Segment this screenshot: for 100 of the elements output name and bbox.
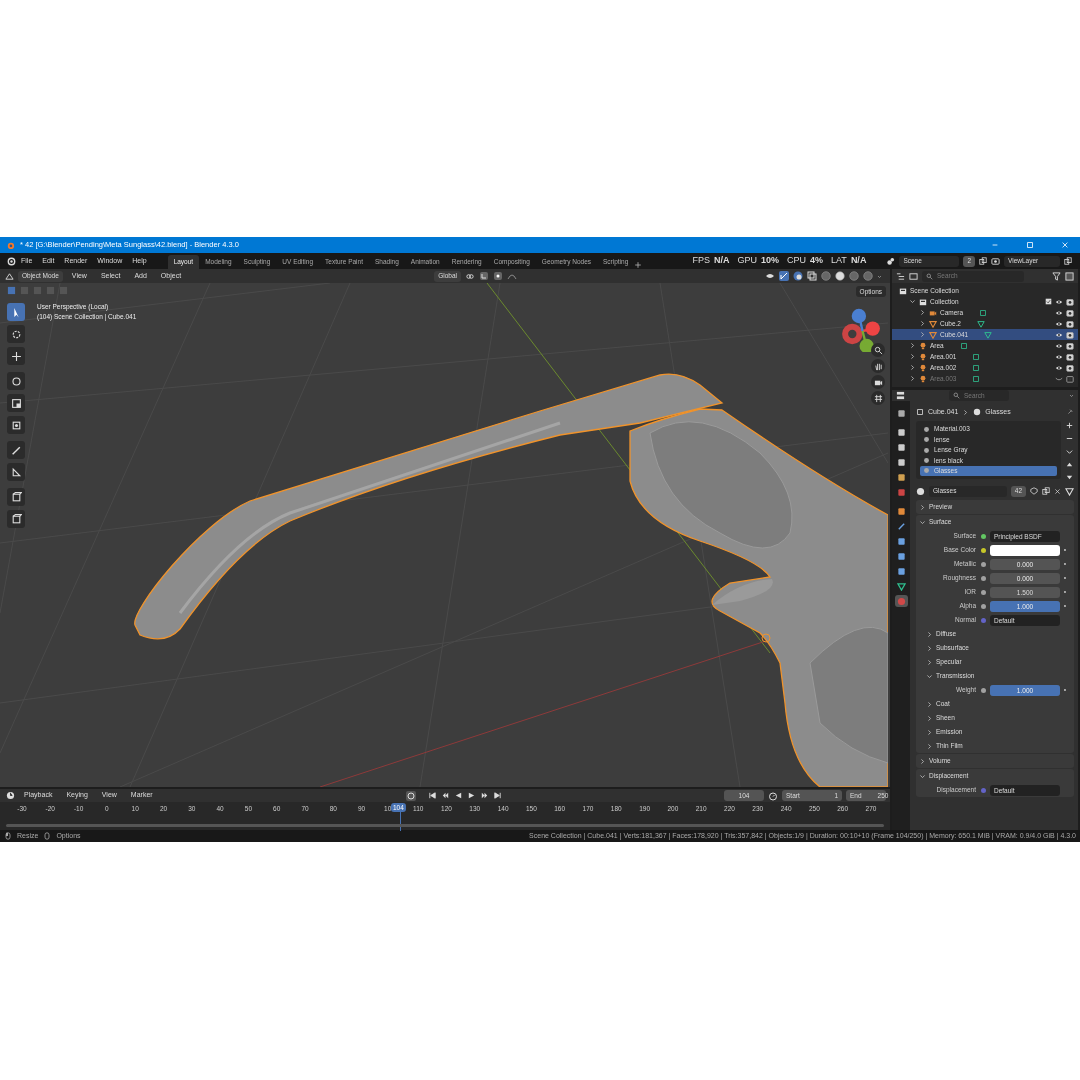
tool-button[interactable] [7,488,25,506]
grid-icon [873,393,883,403]
gizmo-button[interactable] [871,375,885,389]
outliner-icon[interactable] [896,271,905,281]
dropdown-caret-icon[interactable] [877,273,882,279]
move-down-icon[interactable] [1065,473,1074,482]
color-swatch[interactable] [990,544,1060,556]
keyframe-dot-icon[interactable] [1062,687,1068,693]
socket-dot[interactable] [980,561,986,567]
socket-dot[interactable] [980,547,986,553]
record-icon[interactable] [405,790,416,801]
tool-button[interactable] [7,303,25,321]
solid-shading-icon[interactable] [835,271,845,281]
disclosure-icon[interactable] [926,644,933,652]
disclosure-icon[interactable] [919,503,926,511]
keyframe-dot-icon[interactable] [1062,547,1068,553]
rendered-shading-icon[interactable] [863,271,873,281]
keyframe-dot-icon[interactable] [1062,575,1068,581]
maximize-icon [1026,241,1034,249]
gizmo-button[interactable] [871,343,885,357]
disclosure-icon[interactable] [926,742,933,750]
copy-icon[interactable] [1042,487,1050,495]
keyframe-dot-icon[interactable] [1062,561,1068,567]
tool-button[interactable] [7,416,25,434]
socket-dot[interactable] [980,589,986,595]
tool-button[interactable] [7,325,25,343]
keyframe-dot-icon[interactable] [1062,589,1068,595]
stopwatch-icon[interactable] [768,790,778,801]
properties-editor-icon[interactable] [896,391,905,400]
scene-icon[interactable] [886,256,896,266]
jump-end-icon[interactable] [492,791,502,801]
stat-value: N/A [713,254,730,268]
proportional-edit-icon[interactable] [493,271,503,281]
disclosure-icon[interactable] [919,518,926,526]
stat-label: GPU [737,254,757,268]
overlay-icon[interactable] [793,271,803,281]
view-layer-icon[interactable] [991,256,1000,266]
new-collection-icon[interactable] [1065,271,1074,281]
link-icon[interactable] [465,271,475,281]
tool-button[interactable] [7,347,25,365]
falloff-curve-icon[interactable] [507,271,517,281]
camera-icon[interactable] [1066,352,1074,361]
snap-icon[interactable] [479,271,489,281]
checkbox-icon[interactable] [1045,298,1052,305]
caret-down-icon[interactable] [1065,447,1074,456]
jump-start-icon[interactable] [427,791,437,801]
gizmo-button[interactable] [871,391,885,405]
scrollbar[interactable] [6,824,884,827]
collection-box-icon [919,297,927,306]
tool-button[interactable] [7,394,25,412]
camera-icon[interactable] [1066,308,1074,317]
disclosure-icon[interactable] [926,630,933,638]
close-icon[interactable] [1054,487,1061,495]
clock-icon[interactable] [6,791,15,801]
camera-icon[interactable] [1066,319,1074,328]
display-mode-icon[interactable] [909,271,918,281]
disclosure-icon[interactable] [926,700,933,708]
tool-button[interactable] [7,463,25,481]
move-up-icon[interactable] [1065,460,1074,469]
camera-icon[interactable] [1066,363,1074,372]
socket-dot[interactable] [980,603,986,609]
hand-icon [873,361,883,371]
editor-type-icon[interactable] [5,271,14,281]
plus-icon[interactable] [1065,421,1074,430]
camera-icon[interactable] [1066,297,1074,306]
socket-dot[interactable] [980,687,986,693]
pin-icon[interactable] [1066,408,1074,416]
camera-icon[interactable] [1066,330,1074,339]
gizmo-button[interactable] [871,359,885,373]
disclosure-icon[interactable] [926,728,933,736]
fake-user-icon[interactable] [1030,487,1038,495]
material-sphere-icon[interactable] [916,486,925,496]
disclosure-icon[interactable] [926,672,933,680]
visibility-selector-icon[interactable] [765,271,775,281]
material-preview-shading-icon[interactable] [849,271,859,281]
disclosure-icon[interactable] [926,714,933,722]
zoom-icon [873,345,883,355]
socket-dot[interactable] [980,617,986,623]
socket-dot[interactable] [980,533,986,539]
copy-icon[interactable] [1064,257,1072,265]
dropdown-caret-icon[interactable] [1069,393,1074,398]
xray-icon[interactable] [807,271,817,281]
tool-button[interactable] [7,510,25,528]
disclosure-icon[interactable] [926,658,933,666]
scale-icon [10,397,22,409]
disclosure-icon[interactable] [919,772,926,780]
camera-icon[interactable] [1066,341,1074,350]
copy-icon[interactable] [979,257,987,265]
filter-icon[interactable] [1052,271,1061,281]
triangle-icon[interactable] [1065,486,1074,496]
keyframe-dot-icon[interactable] [1062,603,1068,609]
socket-dot[interactable] [980,575,986,581]
tool-button[interactable] [7,441,25,459]
disclosure-icon[interactable] [919,757,926,765]
add-workspace-icon[interactable] [634,261,643,269]
socket-dot[interactable] [980,787,986,793]
gizmo-icon[interactable] [779,271,789,281]
properties-tab[interactable] [894,580,908,592]
wireframe-shading-icon[interactable] [821,271,831,281]
tool-button[interactable] [7,372,25,390]
